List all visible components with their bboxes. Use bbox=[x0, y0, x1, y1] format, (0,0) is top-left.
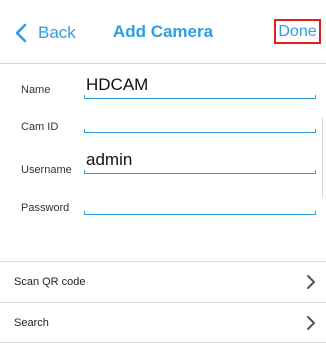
password-field[interactable] bbox=[84, 187, 316, 215]
username-field-tick bbox=[84, 170, 85, 174]
username-field-tick bbox=[315, 170, 316, 174]
name-label: Name bbox=[21, 84, 51, 96]
chevron-right-icon bbox=[307, 316, 315, 330]
name-field-tick bbox=[84, 95, 85, 99]
search-row[interactable]: Search bbox=[0, 302, 326, 342]
username-field[interactable] bbox=[84, 146, 316, 174]
password-label: Password bbox=[21, 202, 70, 214]
list-bottom-divider bbox=[0, 342, 326, 343]
scan-qr-code-row[interactable]: Scan QR code bbox=[0, 261, 326, 301]
password-field-tick bbox=[315, 211, 316, 215]
name-field[interactable] bbox=[84, 71, 316, 99]
username-label: Username bbox=[21, 164, 72, 176]
cam-id-field-tick bbox=[315, 129, 316, 133]
name-field-tick bbox=[315, 95, 316, 99]
scan-qr-code-label: Scan QR code bbox=[14, 275, 86, 288]
cam-id-field-tick bbox=[84, 129, 85, 133]
cam-id-label: Cam ID bbox=[21, 121, 59, 133]
form-divider bbox=[322, 118, 323, 198]
search-label: Search bbox=[14, 316, 49, 329]
password-field-tick bbox=[84, 211, 85, 215]
cam-id-field[interactable] bbox=[84, 105, 316, 133]
chevron-right-icon bbox=[307, 275, 315, 289]
navigation-bar: Back Add Camera Done bbox=[0, 0, 326, 64]
done-button[interactable]: Done bbox=[274, 19, 321, 44]
